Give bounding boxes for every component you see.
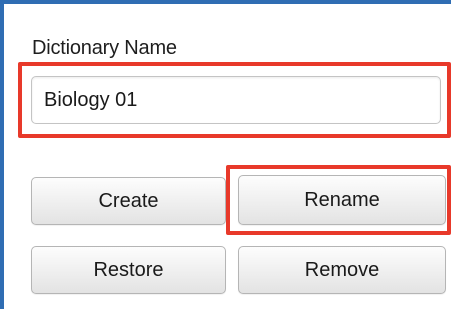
rename-highlight-box: [226, 165, 451, 235]
create-button[interactable]: Create: [31, 177, 226, 225]
restore-button[interactable]: Restore: [31, 246, 226, 294]
frame-top-border: [0, 0, 451, 4]
dictionary-name-label: Dictionary Name: [32, 37, 177, 59]
input-highlight-box: [18, 62, 451, 138]
remove-button[interactable]: Remove: [238, 246, 446, 294]
frame-left-border: [0, 0, 4, 309]
